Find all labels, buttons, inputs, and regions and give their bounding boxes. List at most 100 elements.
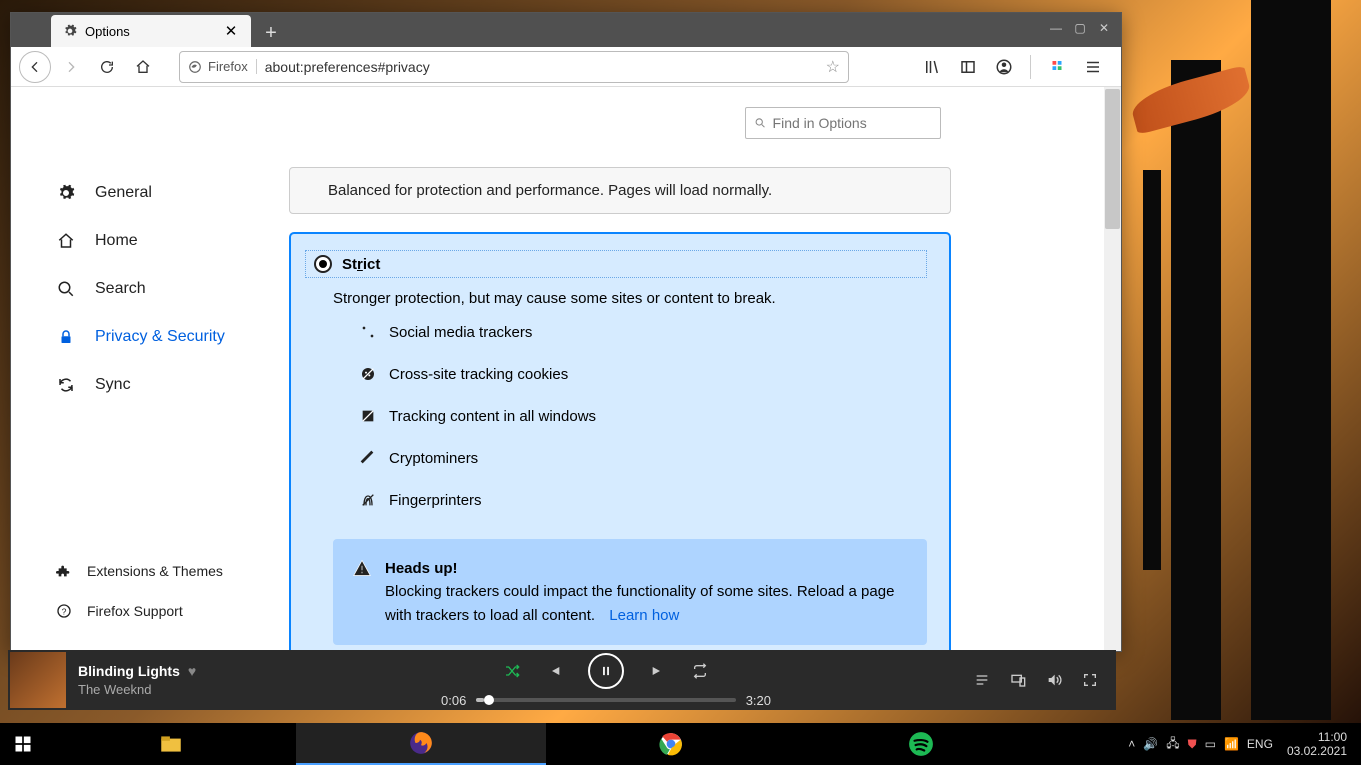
firefox-icon bbox=[188, 60, 202, 74]
heads-up-title: Heads up! bbox=[385, 560, 458, 577]
blocked-list: Social media trackers Cross-site trackin… bbox=[359, 323, 927, 509]
find-in-options-input[interactable] bbox=[773, 115, 932, 131]
tray-time: 11:00 bbox=[1318, 730, 1347, 744]
album-art[interactable] bbox=[10, 652, 66, 708]
block-item-label: Tracking content in all windows bbox=[389, 408, 596, 425]
forward-button[interactable] bbox=[55, 51, 87, 83]
tray-chevron-icon[interactable]: ˄ bbox=[1128, 737, 1135, 751]
radio-selected-icon[interactable] bbox=[314, 255, 332, 273]
system-tray: ˄ 🔊 🖧 ⛊ ▭ 📶 ENG 11:00 03.02.2021 bbox=[1128, 730, 1361, 759]
block-item-label: Cryptominers bbox=[389, 450, 478, 467]
artist-name[interactable]: The Weeknd bbox=[78, 682, 238, 697]
site-identity[interactable]: Firefox bbox=[188, 59, 257, 74]
content-scrollbar[interactable] bbox=[1104, 87, 1121, 651]
address-bar[interactable]: Firefox about:preferences#privacy ☆ bbox=[179, 51, 849, 83]
browser-tab[interactable]: Options ✕ bbox=[51, 15, 251, 47]
puzzle-icon bbox=[55, 563, 73, 579]
previous-button[interactable] bbox=[546, 663, 562, 679]
fingerprint-icon bbox=[359, 491, 377, 509]
tray-battery-icon[interactable]: ▭ bbox=[1205, 737, 1216, 751]
find-in-options[interactable] bbox=[745, 107, 941, 139]
tray-language[interactable]: ENG bbox=[1247, 737, 1273, 751]
block-item-social: Social media trackers bbox=[359, 323, 927, 341]
sidebar-extensions-themes[interactable]: Extensions & Themes bbox=[55, 551, 271, 591]
standard-protection-box[interactable]: Balanced for protection and performance.… bbox=[289, 167, 951, 214]
account-button[interactable] bbox=[988, 51, 1020, 83]
tray-wifi-icon[interactable]: 📶 bbox=[1224, 737, 1239, 751]
taskbar-file-explorer[interactable] bbox=[46, 723, 296, 765]
sidebar-label: Home bbox=[95, 232, 138, 250]
social-tracker-icon bbox=[359, 323, 377, 341]
sidebar-label: Search bbox=[95, 280, 146, 298]
taskbar-spotify[interactable] bbox=[796, 723, 1046, 765]
extension-button[interactable] bbox=[1041, 51, 1073, 83]
tray-network-icon[interactable]: 🖧 bbox=[1166, 734, 1179, 755]
sidebar-item-home[interactable]: Home bbox=[55, 217, 271, 265]
block-item-label: Social media trackers bbox=[389, 324, 532, 341]
search-icon bbox=[55, 280, 77, 298]
track-title[interactable]: Blinding Lights bbox=[78, 663, 180, 679]
separator bbox=[1030, 55, 1031, 79]
tray-shield-icon[interactable]: ⛊ bbox=[1188, 737, 1197, 752]
taskbar-firefox[interactable] bbox=[296, 723, 546, 765]
warning-icon bbox=[353, 559, 371, 627]
identity-label: Firefox bbox=[208, 59, 248, 74]
sidebar-button[interactable] bbox=[952, 51, 984, 83]
home-button[interactable] bbox=[127, 51, 159, 83]
block-item-label: Cross-site tracking cookies bbox=[389, 366, 568, 383]
elapsed-time: 0:06 bbox=[441, 693, 466, 708]
sidebar-item-privacy[interactable]: Privacy & Security bbox=[55, 313, 271, 361]
preferences-content: General Home Search Privacy & Security S… bbox=[11, 87, 1121, 651]
block-item-label: Fingerprinters bbox=[389, 492, 482, 509]
close-window-button[interactable]: ✕ bbox=[1093, 19, 1115, 37]
tracking-content-icon bbox=[359, 407, 377, 425]
tray-volume-icon[interactable]: 🔊 bbox=[1143, 737, 1158, 751]
block-item-tracking-content: Tracking content in all windows bbox=[359, 407, 927, 425]
maximize-button[interactable]: ▢ bbox=[1069, 19, 1091, 37]
sidebar-item-search[interactable]: Search bbox=[55, 265, 271, 313]
sidebar-label: Firefox Support bbox=[87, 603, 183, 619]
like-icon[interactable]: ♥ bbox=[188, 663, 196, 679]
taskbar-chrome[interactable] bbox=[546, 723, 796, 765]
gear-icon bbox=[63, 24, 77, 38]
tray-clock[interactable]: 11:00 03.02.2021 bbox=[1281, 730, 1353, 759]
volume-button[interactable] bbox=[1046, 672, 1062, 688]
new-tab-button[interactable]: + bbox=[257, 19, 285, 47]
devices-button[interactable] bbox=[1010, 672, 1026, 688]
standard-description: Balanced for protection and performance.… bbox=[328, 182, 772, 199]
start-button[interactable] bbox=[0, 723, 46, 765]
shuffle-button[interactable] bbox=[504, 663, 520, 679]
tab-title: Options bbox=[85, 24, 215, 39]
strict-description: Stronger protection, but may cause some … bbox=[333, 290, 927, 307]
strict-radio-row[interactable]: Strict bbox=[305, 250, 927, 278]
scrollbar-thumb[interactable] bbox=[1105, 89, 1120, 229]
help-icon: ? bbox=[55, 603, 73, 619]
sidebar-item-sync[interactable]: Sync bbox=[55, 361, 271, 409]
library-button[interactable] bbox=[916, 51, 948, 83]
sidebar-item-general[interactable]: General bbox=[55, 169, 271, 217]
back-button[interactable] bbox=[19, 51, 51, 83]
fullscreen-button[interactable] bbox=[1082, 672, 1098, 688]
lock-icon bbox=[55, 328, 77, 346]
firefox-window: Options ✕ + — ▢ ✕ Firefox about:pref bbox=[10, 12, 1122, 652]
minimize-button[interactable]: — bbox=[1045, 19, 1067, 37]
next-button[interactable] bbox=[650, 663, 666, 679]
svg-text:?: ? bbox=[62, 606, 67, 616]
bookmark-star-icon[interactable]: ☆ bbox=[826, 57, 840, 77]
windows-taskbar: ˄ 🔊 🖧 ⛊ ▭ 📶 ENG 11:00 03.02.2021 bbox=[0, 723, 1361, 765]
url-text: about:preferences#privacy bbox=[265, 59, 818, 75]
repeat-button[interactable] bbox=[692, 663, 708, 679]
tab-close-button[interactable]: ✕ bbox=[223, 23, 239, 39]
cookie-icon bbox=[359, 365, 377, 383]
search-icon bbox=[754, 116, 767, 130]
queue-button[interactable] bbox=[974, 672, 990, 688]
app-menu-button[interactable] bbox=[1077, 51, 1109, 83]
sidebar-label: Sync bbox=[95, 376, 131, 394]
navigation-toolbar: Firefox about:preferences#privacy ☆ bbox=[11, 47, 1121, 87]
sidebar-label: Extensions & Themes bbox=[87, 563, 223, 579]
reload-button[interactable] bbox=[91, 51, 123, 83]
progress-bar[interactable] bbox=[476, 698, 735, 702]
learn-how-link[interactable]: Learn how bbox=[609, 607, 679, 624]
pause-button[interactable] bbox=[588, 653, 624, 689]
sidebar-firefox-support[interactable]: ? Firefox Support bbox=[55, 591, 271, 631]
